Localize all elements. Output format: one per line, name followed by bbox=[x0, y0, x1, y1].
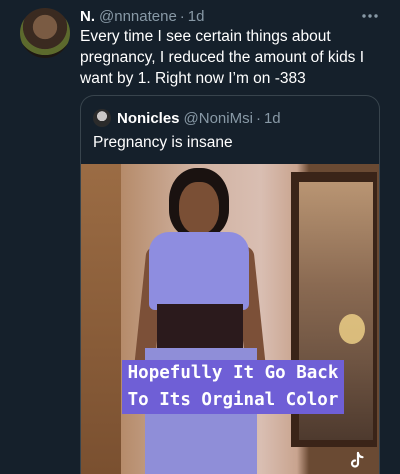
person-midriff bbox=[157, 304, 243, 352]
more-horizontal-icon[interactable] bbox=[360, 6, 380, 26]
caption-line-2: To Its Orginal Color bbox=[121, 387, 345, 414]
quoted-avatar bbox=[93, 109, 111, 127]
tweet-header: N. @nnnatene · 1d bbox=[80, 6, 204, 26]
tiktok-icon bbox=[347, 451, 367, 471]
video-caption: Hopefully It Go Back To Its Orginal Colo… bbox=[95, 360, 371, 414]
quoted-timestamp: 1d bbox=[263, 109, 281, 127]
display-name[interactable]: N. bbox=[80, 8, 95, 25]
door bbox=[81, 164, 121, 474]
caption-line-1: Hopefully It Go Back bbox=[121, 360, 345, 387]
timestamp[interactable]: 1d bbox=[188, 8, 205, 25]
user-handle[interactable]: @nnnatene bbox=[99, 8, 177, 25]
quoted-tweet-text: Pregnancy is insane bbox=[93, 134, 233, 151]
quoted-tweet[interactable]: Nonicles @NoniMsi · 1d Pregnancy is insa… bbox=[80, 95, 380, 474]
quoted-separator-dot: · bbox=[255, 109, 261, 127]
quoted-tweet-header: Nonicles @NoniMsi · 1d bbox=[93, 108, 281, 128]
video-thumbnail[interactable]: Hopefully It Go Back To Its Orginal Colo… bbox=[81, 164, 379, 474]
quoted-display-name: Nonicles bbox=[117, 109, 180, 127]
quoted-user-handle: @NoniMsi bbox=[183, 109, 253, 127]
avatar[interactable] bbox=[20, 8, 70, 58]
lamp bbox=[339, 314, 365, 344]
separator-dot: · bbox=[179, 7, 185, 25]
person-face bbox=[179, 182, 219, 234]
tweet-text: Every time I see certain things about pr… bbox=[80, 28, 365, 87]
person-top bbox=[149, 232, 249, 310]
tweet[interactable]: N. @nnnatene · 1d Every time I see certa… bbox=[0, 0, 400, 474]
